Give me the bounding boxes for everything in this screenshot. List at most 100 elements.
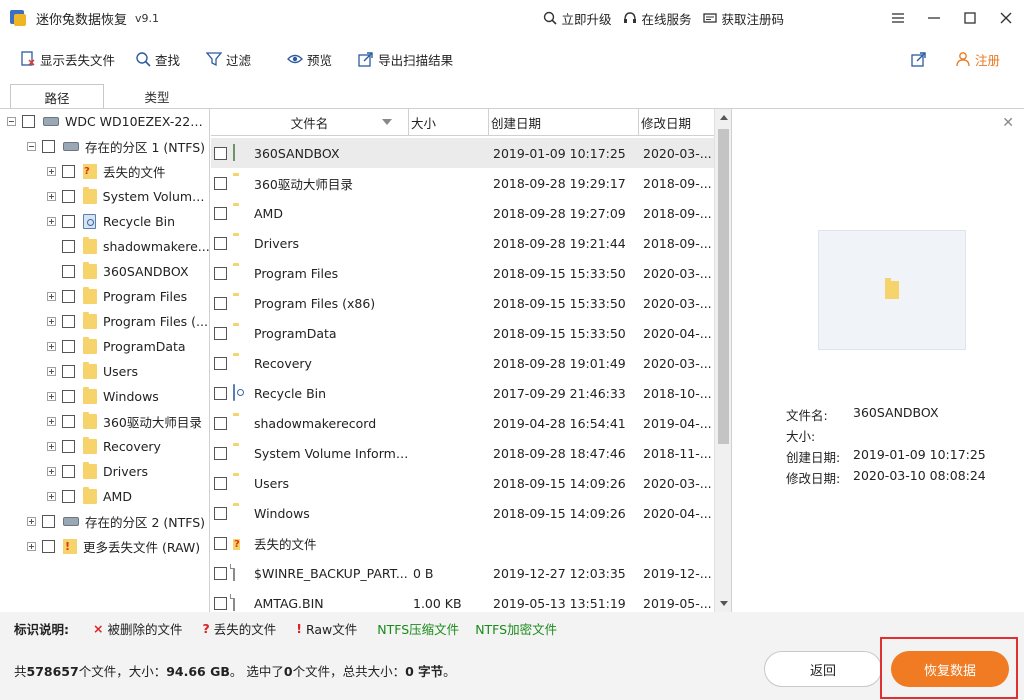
expand-icon[interactable] (47, 392, 56, 401)
row-checkbox[interactable] (214, 147, 227, 160)
tree-checkbox[interactable] (62, 315, 75, 328)
row-checkbox[interactable] (214, 537, 227, 550)
expand-icon[interactable] (47, 317, 56, 326)
show-lost-files-button[interactable]: 显示丢失文件 (20, 44, 115, 74)
file-row[interactable]: Windows 2018-09-15 14:09:26 2020-04-... (211, 498, 714, 528)
tree-node[interactable]: 360SANDBOX (47, 259, 209, 284)
row-checkbox[interactable] (214, 507, 227, 520)
expand-icon[interactable] (47, 342, 56, 351)
tree-node[interactable]: ? 丢失的文件 (47, 159, 209, 184)
tree-node[interactable]: Users (47, 359, 209, 384)
share-icon[interactable] (911, 51, 927, 67)
preview-button[interactable]: 预览 (287, 44, 332, 74)
expand-icon[interactable] (47, 417, 56, 426)
file-row[interactable]: Recovery 2018-09-28 19:01:49 2020-03-... (211, 348, 714, 378)
tree-node[interactable]: Program Files (... (47, 309, 209, 334)
row-checkbox[interactable] (214, 447, 227, 460)
filter-button[interactable]: 过滤 (206, 44, 251, 74)
file-row[interactable]: Drivers 2018-09-28 19:21:44 2018-09-... (211, 228, 714, 258)
row-checkbox[interactable] (214, 327, 227, 340)
tree-node[interactable]: Windows (47, 384, 209, 409)
tab-type[interactable]: 类型 (110, 84, 204, 109)
row-checkbox[interactable] (214, 267, 227, 280)
menu-button[interactable] (880, 0, 916, 36)
recover-data-button[interactable]: 恢复数据 (891, 651, 1009, 687)
tree-node[interactable]: AMD (47, 484, 209, 509)
maximize-button[interactable] (952, 0, 988, 36)
file-row[interactable]: shadowmakerecord 2019-04-28 16:54:41 2019-… (211, 408, 714, 438)
tree-checkbox[interactable] (62, 490, 75, 503)
row-checkbox[interactable] (214, 237, 227, 250)
get-code-link[interactable]: 获取注册码 (703, 9, 784, 28)
tree-node[interactable]: 存在的分区 1 (NTFS) (27, 134, 209, 159)
file-row[interactable]: Program Files (x86) 2018-09-15 15:33:50 20… (211, 288, 714, 318)
row-checkbox[interactable] (214, 567, 227, 580)
collapse-icon[interactable] (7, 117, 16, 126)
back-button[interactable]: 返回 (764, 651, 882, 687)
find-button[interactable]: 查找 (135, 44, 180, 74)
tree-checkbox[interactable] (62, 240, 75, 253)
tree-checkbox[interactable] (62, 290, 75, 303)
tree-checkbox[interactable] (42, 515, 55, 528)
expand-icon[interactable] (47, 292, 56, 301)
tree-checkbox[interactable] (62, 465, 75, 478)
row-checkbox[interactable] (214, 387, 227, 400)
expand-icon[interactable] (47, 217, 56, 226)
file-row[interactable]: Program Files 2018-09-15 15:33:50 2020-03-… (211, 258, 714, 288)
col-header-modified[interactable]: 修改日期 (639, 109, 714, 136)
row-checkbox[interactable] (214, 597, 227, 610)
tab-path[interactable]: 路径 (10, 84, 104, 109)
file-row[interactable]: Recycle Bin 2017-09-29 21:46:33 2018-10-..… (211, 378, 714, 408)
file-row[interactable]: 360SANDBOX 2019-01-09 10:17:25 2020-03-... (211, 138, 714, 168)
col-header-size[interactable]: 大小 (409, 109, 489, 136)
tree-checkbox[interactable] (42, 540, 55, 553)
tree-node[interactable]: 更多丢失文件 (RAW) (27, 534, 209, 559)
tree-checkbox[interactable] (62, 165, 75, 178)
tree-checkbox[interactable] (62, 215, 75, 228)
tree-checkbox[interactable] (62, 340, 75, 353)
tree-checkbox[interactable] (62, 415, 75, 428)
tree-node[interactable]: 360驱动大师目录 (47, 409, 209, 434)
file-row[interactable]: ? 丢失的文件 (211, 528, 714, 558)
tree-node[interactable]: ProgramData (47, 334, 209, 359)
tree-node[interactable]: System Volume ... (47, 184, 209, 209)
close-button[interactable] (988, 0, 1024, 36)
tree-node[interactable]: Recovery (47, 434, 209, 459)
file-row[interactable]: System Volume Information 2018-09-28 18:4… (211, 438, 714, 468)
tree-checkbox[interactable] (61, 190, 75, 203)
expand-icon[interactable] (47, 167, 56, 176)
row-checkbox[interactable] (214, 297, 227, 310)
tree-checkbox[interactable] (42, 140, 55, 153)
file-row[interactable]: 360驱动大师目录 2018-09-28 19:29:17 2018-09-... (211, 168, 714, 198)
tree-checkbox[interactable] (62, 390, 75, 403)
online-service-link[interactable]: 在线服务 (623, 9, 691, 28)
list-scrollbar[interactable] (714, 109, 731, 612)
minimize-button[interactable] (916, 0, 952, 36)
tree-node[interactable]: 存在的分区 2 (NTFS) (27, 509, 209, 534)
tree-node[interactable]: shadowmakere... (47, 234, 209, 259)
row-checkbox[interactable] (214, 177, 227, 190)
expand-icon[interactable] (27, 542, 36, 551)
row-checkbox[interactable] (214, 417, 227, 430)
expand-icon[interactable] (47, 492, 56, 501)
upgrade-link[interactable]: 立即升级 (543, 9, 611, 28)
scroll-thumb[interactable] (718, 129, 729, 444)
expand-icon[interactable] (47, 442, 56, 451)
expand-icon[interactable] (47, 467, 56, 476)
register-button[interactable]: 注册 (955, 50, 1000, 69)
scroll-down-button[interactable] (715, 595, 731, 612)
collapse-icon[interactable] (27, 142, 36, 151)
col-header-created[interactable]: 创建日期 (489, 109, 639, 136)
tree-checkbox[interactable] (62, 440, 75, 453)
file-row[interactable]: AMTAG.BIN 1.00 KB 2019-05-13 13:51:19 2019-… (211, 588, 714, 612)
row-checkbox[interactable] (214, 207, 227, 220)
preview-close-icon[interactable]: ✕ (1002, 115, 1014, 131)
tree-node[interactable]: Drivers (47, 459, 209, 484)
tree-node[interactable]: Program Files (47, 284, 209, 309)
col-header-name[interactable]: 文件名 (211, 109, 409, 136)
scroll-up-button[interactable] (715, 109, 731, 126)
row-checkbox[interactable] (214, 477, 227, 490)
tree-checkbox[interactable] (62, 265, 75, 278)
expand-icon[interactable] (47, 367, 56, 376)
tree-node[interactable]: Recycle Bin (47, 209, 209, 234)
